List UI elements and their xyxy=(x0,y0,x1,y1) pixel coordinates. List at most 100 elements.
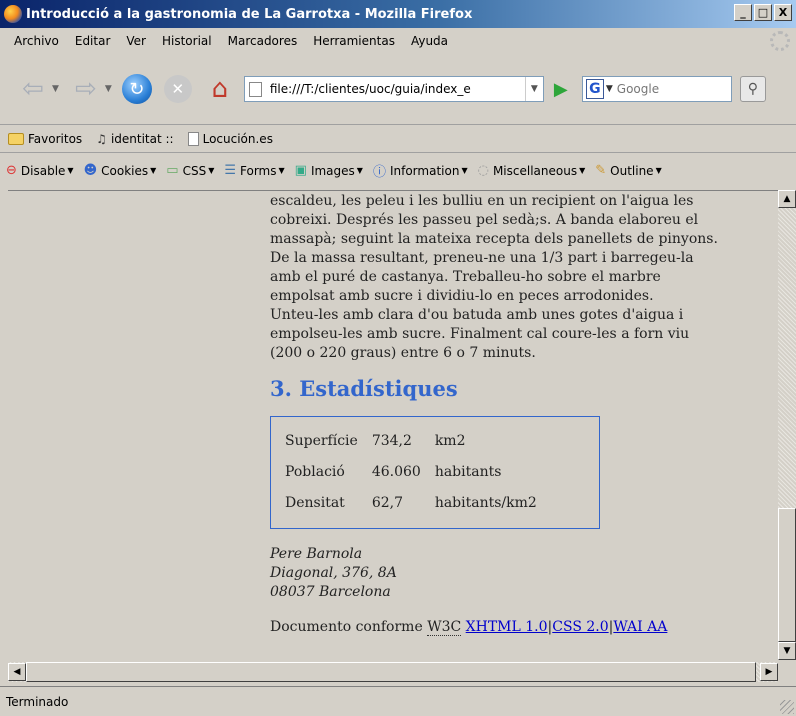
stats-table: Superfície 734,2 km2 Població 46.060 hab… xyxy=(285,427,551,520)
css-link[interactable]: CSS 2.0 xyxy=(552,619,608,635)
dev-label: CSS xyxy=(182,163,207,178)
page-viewport: escaldeu, les peleu i les bulliu en un r… xyxy=(8,190,778,660)
page-icon xyxy=(187,131,199,146)
bookmark-label: identitat :: xyxy=(110,131,174,146)
bookmark-favoritos[interactable]: Favoritos xyxy=(8,132,82,146)
stat-value: 46.060 xyxy=(371,464,421,480)
paragraph-line: massapà; seguint la mateixa recepta dels… xyxy=(270,231,718,247)
url-bar[interactable]: file:///T:/clientes/uoc/guia/index_e ▼ xyxy=(243,76,544,102)
disable-icon: ⊖ xyxy=(6,163,17,178)
stop-icon[interactable]: ✕ xyxy=(163,75,192,103)
search-engine-dropdown-icon[interactable]: ▼ xyxy=(606,84,613,94)
paragraph-line: (200 o 220 graus) entre 6 o 7 minuts. xyxy=(270,345,536,361)
maximize-button[interactable]: □ xyxy=(754,4,772,21)
status-bar: Terminado xyxy=(0,686,796,716)
article: escaldeu, les peleu i les bulliu en un r… xyxy=(270,191,768,637)
dev-label: Cookies xyxy=(101,163,149,178)
dev-information[interactable]: ⓘ Information ▼ xyxy=(372,161,468,181)
dev-images[interactable]: ▣ Images ▼ xyxy=(295,163,363,178)
conformance-line: Documento conforme W3C XHTML 1.0|CSS 2.0… xyxy=(270,619,668,636)
menu-editar[interactable]: Editar xyxy=(67,34,119,48)
miscellaneous-icon: ◌ xyxy=(477,163,489,178)
dev-label: Outline xyxy=(610,163,654,178)
window-controls: _ □ X xyxy=(734,4,792,21)
stats-box: Superfície 734,2 km2 Població 46.060 hab… xyxy=(270,416,600,529)
resize-grip-icon[interactable] xyxy=(780,700,794,714)
address-city: 08037 Barcelona xyxy=(270,584,391,600)
reload-icon[interactable]: ↻ xyxy=(121,74,152,104)
chevron-down-icon: ▼ xyxy=(208,166,215,175)
horizontal-scroll-thumb[interactable] xyxy=(26,662,756,682)
menu-ayuda[interactable]: Ayuda xyxy=(403,34,456,48)
navigation-toolbar: ⇦ ▼ ⇨ ▼ ↻ ✕ ⌂ file:///T:/clientes/uoc/gu… xyxy=(0,54,796,124)
menu-marcadores[interactable]: Marcadores xyxy=(220,34,306,48)
go-icon[interactable]: ▶ xyxy=(550,78,572,100)
forward-history-dropdown-icon[interactable]: ▼ xyxy=(105,84,112,94)
chevron-down-icon: ▼ xyxy=(579,166,586,175)
w3c-abbr: W3C xyxy=(427,619,462,636)
google-icon[interactable]: G xyxy=(585,79,604,99)
back-history-dropdown-icon[interactable]: ▼ xyxy=(52,84,59,94)
menu-historial[interactable]: Historial xyxy=(154,34,220,48)
close-button[interactable]: X xyxy=(774,4,792,21)
bookmarks-toolbar: Favoritos ♫ identitat :: Locución.es xyxy=(0,124,796,152)
window-title: Introducció a la gastronomia de La Garro… xyxy=(26,6,473,22)
dev-label: Images xyxy=(310,163,355,178)
paragraph-line: De la massa resultant, preneu-ne una 1/3… xyxy=(270,250,694,266)
firefox-icon xyxy=(4,5,22,23)
dev-outline[interactable]: ✎ Outline ▼ xyxy=(595,163,661,178)
xhtml-link[interactable]: XHTML 1.0 xyxy=(466,619,548,635)
back-icon[interactable]: ⇦ xyxy=(16,72,50,106)
stat-value: 62,7 xyxy=(371,495,403,511)
cookies-icon: ☻ xyxy=(83,163,98,178)
dev-miscellaneous[interactable]: ◌ Miscellaneous ▼ xyxy=(478,163,586,178)
css-icon: ▭ xyxy=(166,163,179,178)
window-titlebar: Introducció a la gastronomia de La Garro… xyxy=(0,0,796,28)
horizontal-scrollbar[interactable]: ◀ ▶ xyxy=(8,662,778,682)
table-row: Població 46.060 habitants xyxy=(285,458,551,489)
chevron-down-icon: ▼ xyxy=(356,166,363,175)
dev-disable[interactable]: ⊖ Disable ▼ xyxy=(6,163,74,178)
bookmark-identitat[interactable]: ♫ identitat :: xyxy=(96,132,173,146)
address-street: Diagonal, 376, 8A xyxy=(270,565,397,581)
paragraph-line: escaldeu, les peleu i les bulliu en un r… xyxy=(270,193,694,209)
url-dropdown-icon[interactable]: ▼ xyxy=(524,77,543,101)
chevron-down-icon: ▼ xyxy=(278,166,285,175)
vertical-scroll-thumb[interactable] xyxy=(778,508,796,642)
conformance-text: Documento conforme xyxy=(270,619,423,635)
forward-icon[interactable]: ⇨ xyxy=(69,72,103,106)
search-icon[interactable]: ⚲ xyxy=(739,76,766,102)
dev-label: Information xyxy=(389,163,460,178)
bookmark-label: Locución.es xyxy=(202,131,273,146)
url-text[interactable]: file:///T:/clientes/uoc/guia/index_e xyxy=(270,82,525,96)
minimize-button[interactable]: _ xyxy=(734,4,752,21)
scroll-right-icon[interactable]: ▶ xyxy=(760,663,778,681)
chevron-down-icon: ▼ xyxy=(67,166,74,175)
dev-forms[interactable]: ☰ Forms ▼ xyxy=(224,163,284,178)
menu-bar: Archivo Editar Ver Historial Marcadores … xyxy=(0,28,796,54)
music-note-icon: ♫ xyxy=(96,131,107,146)
table-row: Densitat 62,7 habitants/km2 xyxy=(285,489,551,520)
scroll-up-icon[interactable]: ▲ xyxy=(778,190,796,208)
scroll-down-icon[interactable]: ▼ xyxy=(778,642,796,660)
chevron-down-icon: ▼ xyxy=(461,166,468,175)
home-icon[interactable]: ⌂ xyxy=(204,74,236,104)
dev-label: Forms xyxy=(240,163,277,178)
dev-label: Disable xyxy=(20,163,66,178)
search-input[interactable]: Google xyxy=(617,82,659,96)
scroll-left-icon[interactable]: ◀ xyxy=(8,663,26,681)
vertical-scrollbar[interactable]: ▲ ▼ xyxy=(778,190,796,660)
wai-link[interactable]: WAI AA xyxy=(613,619,667,635)
images-icon: ▣ xyxy=(294,163,307,178)
address-name: Pere Barnola xyxy=(270,546,363,562)
bookmark-locucion[interactable]: Locución.es xyxy=(187,131,273,146)
menu-archivo[interactable]: Archivo xyxy=(6,34,67,48)
menu-ver[interactable]: Ver xyxy=(118,34,154,48)
outline-icon: ✎ xyxy=(595,163,607,178)
menu-herramientas[interactable]: Herramientas xyxy=(305,34,403,48)
dev-css[interactable]: ▭ CSS ▼ xyxy=(166,163,214,178)
information-icon: ⓘ xyxy=(372,165,386,180)
paragraph-line: empolseu-les amb sucre. Finalment cal co… xyxy=(270,326,690,342)
search-box[interactable]: G ▼ Google xyxy=(581,76,732,102)
dev-cookies[interactable]: ☻ Cookies ▼ xyxy=(84,163,157,178)
